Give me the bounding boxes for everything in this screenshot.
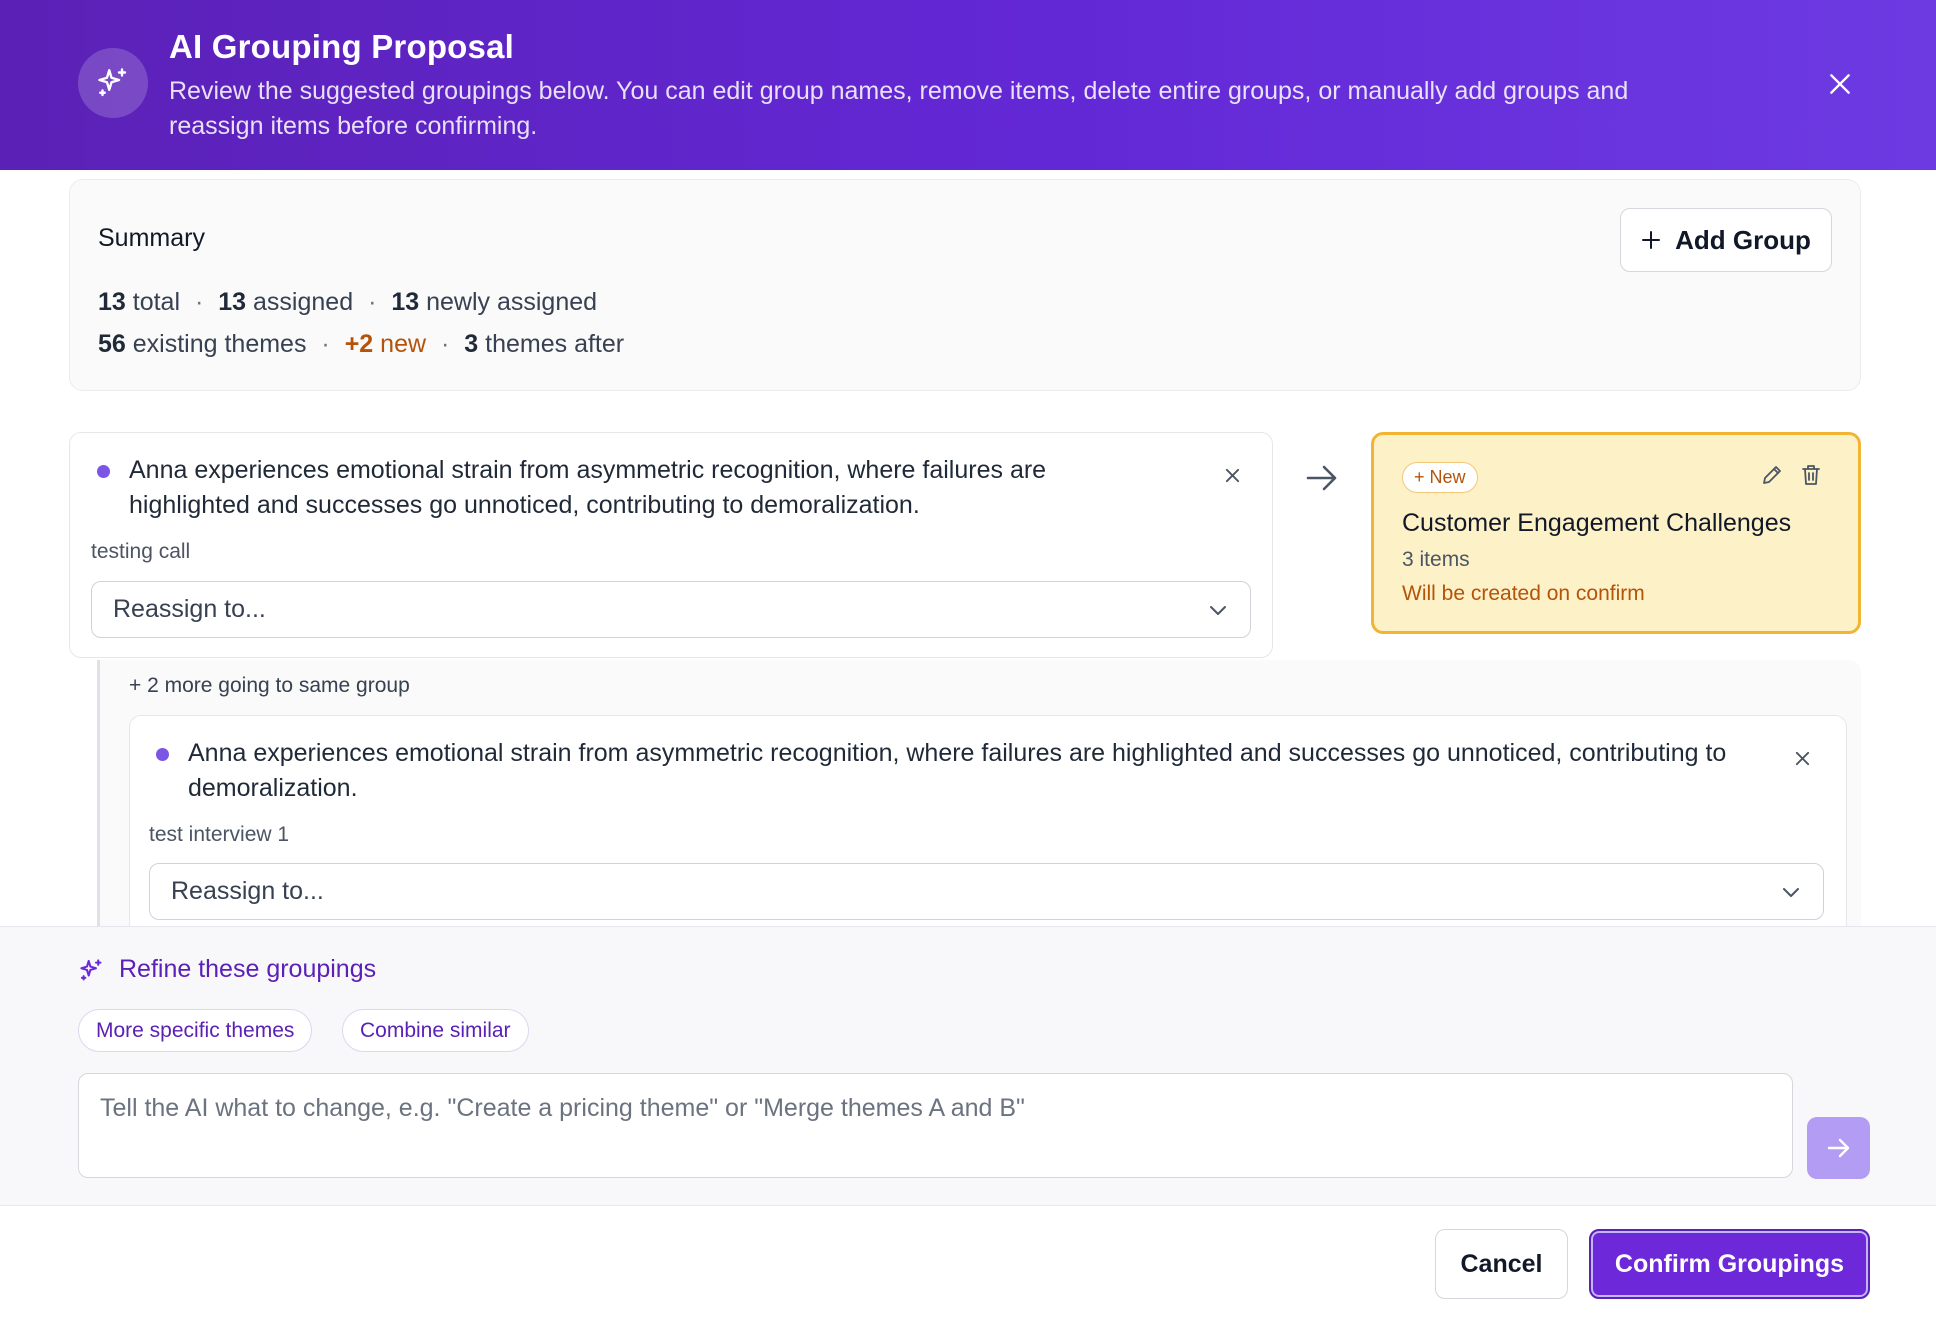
cancel-button[interactable]: Cancel — [1435, 1229, 1568, 1299]
close-icon — [1830, 74, 1850, 94]
summary-panel: Summary 13 total · 13 assigned · 13 newl… — [69, 179, 1861, 391]
remove-item-button[interactable] — [1788, 744, 1816, 772]
new-themes-label: new — [380, 330, 427, 358]
item-text: Anna experiences emotional strain from a… — [129, 456, 1047, 519]
themes-after-count: 3 — [464, 330, 479, 358]
total-count: 13 — [98, 288, 126, 316]
dialog-header: AI Grouping Proposal Review the suggeste… — [0, 0, 1936, 170]
separator: · — [441, 330, 450, 358]
reassign-select[interactable]: Reassign to... — [91, 581, 1251, 638]
newly-assigned-count: 13 — [391, 288, 420, 316]
summary-title: Summary — [98, 224, 205, 252]
separator: · — [368, 288, 377, 316]
assigned-count: 13 — [218, 288, 247, 316]
themes-after-label: themes after — [485, 330, 625, 358]
add-group-label: Add Group — [1675, 224, 1811, 255]
refine-input[interactable]: Tell the AI what to change, e.g. "Create… — [78, 1073, 1793, 1178]
add-group-button[interactable]: Add Group — [1620, 208, 1832, 272]
new-themes-count: +2 — [344, 330, 374, 358]
sparkles-icon — [78, 957, 105, 989]
dialog-title: AI Grouping Proposal — [169, 28, 515, 65]
item-bullet — [97, 465, 110, 478]
item-bullet — [156, 748, 169, 761]
new-badge: + New — [1402, 462, 1478, 493]
trash-icon — [1802, 465, 1820, 485]
remove-item-button[interactable] — [1218, 461, 1246, 489]
edit-group-button[interactable] — [1760, 463, 1784, 492]
chevron-down-icon — [1783, 888, 1799, 897]
delete-group-button[interactable] — [1799, 463, 1823, 492]
newly-assigned-label: newly assigned — [426, 288, 598, 316]
summary-themes: 56 existing themes · +2 new · 3 themes a… — [98, 330, 624, 359]
separator: · — [194, 288, 204, 316]
new-group-card: + New Customer Engagement Challenges 3 i… — [1371, 432, 1861, 634]
close-button[interactable] — [1820, 64, 1860, 104]
same-group-items: + 2 more going to same group Anna experi… — [97, 660, 1861, 935]
arrow-right-icon — [1305, 463, 1339, 498]
summary-counts: 13 total · 13 assigned · 13 newly assign… — [98, 288, 597, 317]
proposal-item-card: Anna experiences emotional strain from a… — [129, 715, 1847, 935]
total-label: total — [132, 288, 181, 316]
more-items-label: + 2 more going to same group — [129, 674, 410, 697]
proposal-item-card: Anna experiences emotional strain from a… — [69, 432, 1273, 658]
existing-themes-label: existing themes — [132, 330, 307, 358]
close-icon — [1225, 468, 1239, 482]
send-button[interactable] — [1807, 1117, 1870, 1179]
group-name: Customer Engagement Challenges — [1402, 509, 1792, 537]
separator: · — [321, 330, 330, 358]
refine-title: Refine these groupings — [119, 955, 377, 983]
close-icon — [1795, 751, 1809, 765]
assigned-label: assigned — [253, 288, 354, 316]
plus-icon — [1642, 231, 1661, 249]
confirm-groupings-button[interactable]: Confirm Groupings — [1589, 1229, 1870, 1299]
chip-combine-similar[interactable]: Combine similar — [342, 1009, 529, 1052]
item-source: test interview 1 — [149, 823, 290, 846]
chip-more-specific-themes[interactable]: More specific themes — [78, 1009, 313, 1052]
refine-panel: Refine these groupings More specific the… — [0, 926, 1936, 1206]
pencil-icon — [1763, 466, 1781, 484]
group-item-count: 3 items — [1402, 548, 1470, 571]
arrow-right-icon — [1827, 1138, 1849, 1158]
item-text: Anna experiences emotional strain from a… — [188, 739, 1727, 802]
existing-themes-count: 56 — [98, 330, 126, 358]
reassign-placeholder: Reassign to... — [113, 595, 266, 623]
item-source: testing call — [91, 540, 191, 563]
reassign-select[interactable]: Reassign to... — [149, 863, 1824, 920]
group-create-note: Will be created on confirm — [1402, 582, 1645, 605]
sparkles-icon — [78, 48, 148, 118]
dialog-description: Review the suggested groupings below. Yo… — [169, 77, 1629, 140]
chevron-down-icon — [1210, 606, 1226, 615]
reassign-placeholder: Reassign to... — [171, 877, 324, 905]
